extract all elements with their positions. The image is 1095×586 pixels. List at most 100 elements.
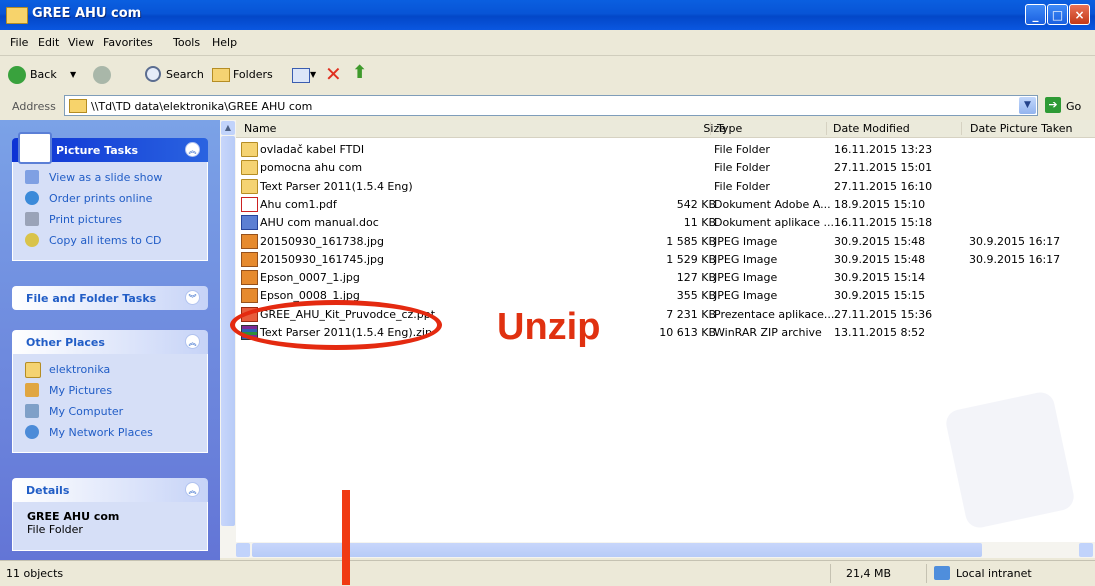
column-name[interactable]: Name bbox=[236, 122, 276, 135]
horizontal-scrollbar[interactable] bbox=[220, 542, 1095, 558]
file-type: JPEG Image bbox=[714, 252, 778, 266]
scroll-right-icon[interactable] bbox=[1079, 543, 1093, 557]
column-date-modified[interactable]: Date Modified bbox=[826, 122, 910, 135]
views-dropdown-icon[interactable]: ▼ bbox=[310, 70, 316, 79]
search-button[interactable]: Search bbox=[166, 68, 204, 81]
address-field[interactable]: \\Td\TD data\elektronika\GREE AHU com ▼ bbox=[64, 95, 1038, 116]
back-arrow-icon[interactable] bbox=[8, 66, 26, 84]
go-button[interactable]: Go bbox=[1066, 100, 1081, 113]
chevron-down-icon[interactable]: ▼ bbox=[1019, 97, 1036, 114]
title-bar[interactable]: GREE AHU com _ □ × bbox=[0, 0, 1095, 30]
file-date-modified: 30.9.2015 15:14 bbox=[834, 271, 926, 285]
printer-icon bbox=[25, 212, 39, 226]
pdf-file-icon bbox=[241, 196, 258, 212]
file-type: Prezentace aplikace... bbox=[714, 307, 835, 321]
menu-edit[interactable]: Edit bbox=[38, 36, 59, 49]
task-copy-cd[interactable]: Copy all items to CD bbox=[13, 231, 207, 252]
task-slideshow[interactable]: View as a slide show bbox=[13, 168, 207, 189]
doc-file-icon bbox=[241, 215, 258, 231]
file-row[interactable]: AHU com manual.doc 11 KB Dokument aplikace… bbox=[236, 213, 1095, 231]
file-size: 7 231 KB bbox=[666, 307, 716, 321]
file-type: JPEG Image bbox=[714, 271, 778, 285]
details-header[interactable]: Details ︽ bbox=[12, 478, 208, 502]
file-date-modified: 13.11.2015 8:52 bbox=[834, 326, 926, 339]
back-dropdown-icon[interactable]: ▼ bbox=[70, 70, 76, 79]
minimize-button[interactable]: _ bbox=[1025, 4, 1046, 25]
file-size: 1 529 KB bbox=[666, 252, 716, 266]
column-header: Name Size Type Date Modified Date Pictur… bbox=[236, 120, 1095, 138]
highlight-oval bbox=[230, 300, 442, 350]
task-order-prints[interactable]: Order prints online bbox=[13, 189, 207, 210]
network-icon bbox=[25, 425, 39, 439]
up-folder-icon[interactable]: ⬆ bbox=[352, 62, 367, 83]
file-type: Dokument aplikace ... bbox=[714, 216, 835, 230]
maximize-button[interactable]: □ bbox=[1047, 4, 1068, 25]
file-size: 1 585 KB bbox=[666, 234, 716, 248]
place-elektronika[interactable]: elektronika bbox=[13, 360, 207, 381]
file-row[interactable]: Ahu com1.pdf 542 KB Dokument Adobe A... 18.… bbox=[236, 195, 1095, 213]
file-date-modified: 16.11.2015 15:18 bbox=[834, 216, 933, 230]
back-button[interactable]: Back bbox=[30, 68, 57, 81]
address-bar: Address \\Td\TD data\elektronika\GREE AH… bbox=[0, 92, 1095, 119]
collapse-icon[interactable]: ︽ bbox=[185, 482, 200, 497]
file-date-modified: 16.11.2015 13:23 bbox=[834, 143, 933, 156]
file-folder-tasks-panel: File and Folder Tasks ︾ bbox=[12, 286, 208, 310]
horizontal-scroll-thumb[interactable] bbox=[252, 543, 982, 557]
file-folder-tasks-header[interactable]: File and Folder Tasks ︾ bbox=[12, 286, 208, 310]
folders-icon[interactable] bbox=[212, 68, 230, 82]
forward-arrow-icon[interactable] bbox=[93, 66, 111, 84]
file-name: Text Parser 2011(1.5.4 Eng) bbox=[260, 179, 413, 193]
menu-favorites[interactable]: Favorites bbox=[103, 36, 153, 49]
search-icon[interactable] bbox=[145, 66, 161, 82]
file-type: WinRAR ZIP archive bbox=[714, 326, 822, 339]
place-my-computer[interactable]: My Computer bbox=[13, 402, 207, 423]
my-pictures-icon bbox=[25, 383, 39, 397]
collapse-icon[interactable]: ︽ bbox=[185, 142, 200, 157]
jpg-file-icon bbox=[241, 270, 258, 286]
file-date-modified: 27.11.2015 15:36 bbox=[834, 307, 933, 321]
delete-icon[interactable]: ✕ bbox=[325, 62, 342, 86]
intranet-icon bbox=[934, 566, 950, 580]
file-date-modified: 30.9.2015 15:48 bbox=[834, 252, 926, 266]
status-bar: 11 objects 21,4 MB Local intranet bbox=[0, 560, 1095, 586]
file-size: 127 KB bbox=[676, 271, 716, 285]
views-icon[interactable] bbox=[292, 68, 310, 83]
other-places-header[interactable]: Other Places ︽ bbox=[12, 330, 208, 354]
collapse-icon[interactable]: ︽ bbox=[185, 334, 200, 349]
menu-view[interactable]: View bbox=[68, 36, 94, 49]
task-print[interactable]: Print pictures bbox=[13, 210, 207, 231]
menu-file[interactable]: File bbox=[10, 36, 28, 49]
place-my-pictures[interactable]: My Pictures bbox=[13, 381, 207, 402]
file-name: pomocna ahu com bbox=[260, 161, 363, 175]
menu-help[interactable]: Help bbox=[212, 36, 237, 49]
file-row[interactable]: Text Parser 2011(1.5.4 Eng) File Folder 27… bbox=[236, 177, 1095, 195]
jpg-file-icon bbox=[241, 288, 258, 304]
folder-icon bbox=[25, 362, 41, 378]
file-row[interactable]: 20150930_161738.jpg 1 585 KB JPEG Image 30.… bbox=[236, 232, 1095, 250]
close-button[interactable]: × bbox=[1069, 4, 1090, 25]
folders-button[interactable]: Folders bbox=[233, 68, 273, 81]
expand-icon[interactable]: ︾ bbox=[185, 290, 200, 305]
file-row[interactable]: pomocna ahu com File Folder 27.11.2015 15:… bbox=[236, 158, 1095, 176]
scroll-up-icon[interactable]: ▲ bbox=[221, 121, 235, 135]
scroll-left-icon[interactable] bbox=[236, 543, 250, 557]
file-name: AHU com manual.doc bbox=[260, 216, 379, 230]
file-date-modified: 27.11.2015 15:01 bbox=[834, 161, 933, 175]
address-path: \\Td\TD data\elektronika\GREE AHU com bbox=[91, 100, 313, 113]
details-name: GREE AHU com bbox=[27, 510, 120, 523]
column-type[interactable]: Type bbox=[710, 122, 742, 135]
file-row[interactable]: ovladač kabel FTDI File Folder 16.11.2015 … bbox=[236, 140, 1095, 158]
picture-tasks-header[interactable]: Picture Tasks ︽ bbox=[12, 132, 208, 164]
place-network[interactable]: My Network Places bbox=[13, 423, 207, 444]
picture-icon bbox=[18, 132, 52, 164]
cd-icon bbox=[25, 233, 39, 247]
status-object-count: 11 objects bbox=[6, 567, 64, 580]
details-panel: Details ︽ GREE AHU com File Folder bbox=[12, 478, 208, 551]
column-date-taken[interactable]: Date Picture Taken bbox=[961, 122, 1072, 135]
file-row[interactable]: 20150930_161745.jpg 1 529 KB JPEG Image 30.… bbox=[236, 250, 1095, 268]
menu-tools[interactable]: Tools bbox=[173, 36, 200, 49]
go-arrow-icon[interactable]: ➔ bbox=[1045, 97, 1061, 113]
file-date-modified: 27.11.2015 16:10 bbox=[834, 179, 933, 193]
window-title: GREE AHU com bbox=[32, 6, 142, 21]
file-row[interactable]: Epson_0007_1.jpg 127 KB JPEG Image 30.9.201… bbox=[236, 268, 1095, 286]
